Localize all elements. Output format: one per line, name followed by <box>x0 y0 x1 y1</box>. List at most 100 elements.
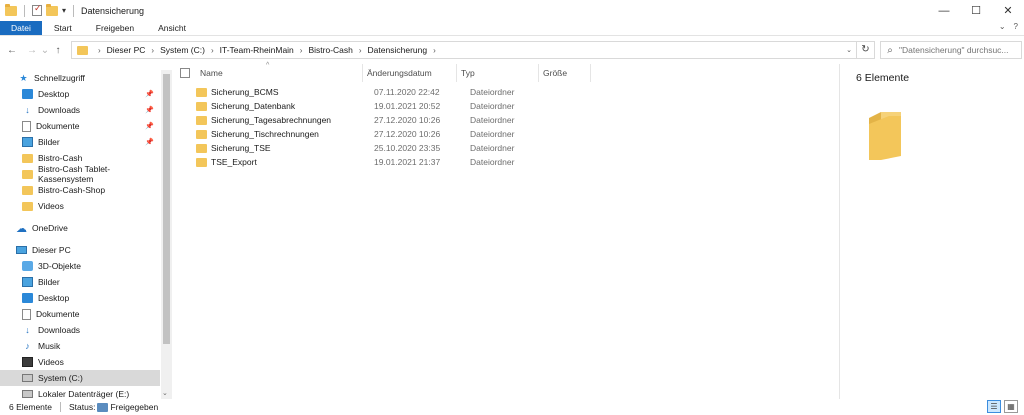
sidebar-item-onedrive[interactable]: ☁ OneDrive <box>0 220 160 236</box>
breadcrumb-bistro-cash[interactable]: Bistro-Cash <box>308 45 352 55</box>
music-icon: ♪ <box>25 341 30 351</box>
sidebar-item-label: Downloads <box>38 325 81 335</box>
file-row[interactable]: Sicherung_Tischrechnungen 27.12.2020 10:… <box>196 127 552 141</box>
sidebar-item-desktop-pc[interactable]: Desktop <box>0 290 160 306</box>
close-button[interactable]: ✕ <box>992 0 1024 21</box>
chevron-right-icon[interactable]: › <box>433 46 436 55</box>
sidebar-item-label: System (C:) <box>38 373 83 383</box>
sidebar-item-schnellzugriff[interactable]: ★ Schnellzugriff <box>0 70 160 86</box>
sidebar-item-videos-pc[interactable]: Videos <box>0 354 160 370</box>
tab-datei[interactable]: Datei <box>0 21 42 35</box>
customize-toolbar-button[interactable]: ▾ <box>62 6 66 15</box>
chevron-right-icon[interactable]: › <box>359 46 362 55</box>
chevron-right-icon[interactable]: › <box>151 46 154 55</box>
pin-icon[interactable]: 📌 <box>145 90 154 98</box>
details-view-button[interactable]: ☰ <box>987 400 1001 413</box>
star-icon: ★ <box>19 72 28 83</box>
refresh-button[interactable]: ↻ <box>856 42 874 58</box>
breadcrumb-dieser-pc[interactable]: Dieser PC <box>107 45 146 55</box>
file-row[interactable]: TSE_Export 19.01.2021 21:37 Dateiordner <box>196 155 552 169</box>
sidebar-item-label: Bistro-Cash-Shop <box>38 185 106 195</box>
help-button[interactable]: ? <box>1014 22 1018 31</box>
file-row[interactable]: Sicherung_Datenbank 19.01.2021 20:52 Dat… <box>196 99 552 113</box>
column-header-name[interactable]: Name <box>198 64 363 82</box>
shared-users-icon <box>97 402 109 412</box>
file-row[interactable]: Sicherung_Tagesabrechnungen 27.12.2020 1… <box>196 113 552 127</box>
large-folder-icon <box>869 112 901 160</box>
sidebar-item-dokumente-pc[interactable]: Dokumente <box>0 306 160 322</box>
address-bar[interactable]: › Dieser PC › System (C:) › IT-Team-Rhei… <box>71 41 875 59</box>
minimize-button[interactable]: — <box>928 0 960 21</box>
expand-ribbon-button[interactable]: ⌄ <box>999 22 1006 31</box>
sidebar-item-musik[interactable]: ♪ Musik <box>0 338 160 354</box>
tab-start[interactable]: Start <box>42 21 84 35</box>
tab-ansicht[interactable]: Ansicht <box>146 21 198 35</box>
sidebar-item-desktop[interactable]: Desktop 📌 <box>0 86 160 102</box>
pictures-icon <box>22 277 33 287</box>
column-header-type[interactable]: Typ <box>457 64 539 82</box>
cloud-icon: ☁ <box>16 222 27 235</box>
pin-icon[interactable]: 📌 <box>145 122 154 130</box>
sidebar-item-system-c[interactable]: System (C:) <box>0 370 160 386</box>
folder-icon <box>22 153 33 163</box>
maximize-button[interactable]: ☐ <box>960 0 992 21</box>
documents-icon <box>22 120 31 132</box>
sidebar-item-bilder[interactable]: Bilder 📌 <box>0 134 160 150</box>
pin-icon[interactable]: 📌 <box>145 138 154 146</box>
large-icons-view-button[interactable]: ▦ <box>1004 400 1018 413</box>
file-row[interactable]: Sicherung_TSE 25.10.2020 23:35 Dateiordn… <box>196 141 552 155</box>
up-button[interactable]: ↑ <box>50 45 66 56</box>
sidebar-item-bilder-pc[interactable]: Bilder <box>0 274 160 290</box>
sidebar-item-bistro-cash-tablet[interactable]: Bistro-Cash Tablet-Kassensystem <box>0 164 160 184</box>
pin-icon[interactable]: 📌 <box>145 106 154 114</box>
file-name: Sicherung_Tischrechnungen <box>211 129 319 139</box>
folder-icon <box>196 87 207 97</box>
chevron-right-icon[interactable]: › <box>300 46 303 55</box>
videos-icon <box>22 357 33 367</box>
column-header-date[interactable]: Änderungsdatum <box>363 64 457 82</box>
sidebar-item-label: OneDrive <box>32 223 68 233</box>
sidebar-item-lokaler-datentraeger[interactable]: Lokaler Datenträger (E:) <box>0 386 160 399</box>
column-header-size[interactable]: Größe <box>539 64 591 82</box>
recent-locations-button[interactable]: ⌄ <box>40 45 50 56</box>
folder-icon <box>22 185 33 195</box>
breadcrumb-it-team[interactable]: IT-Team-RheinMain <box>220 45 294 55</box>
sidebar-item-dieser-pc[interactable]: Dieser PC <box>0 242 160 258</box>
desktop-icon <box>22 293 33 303</box>
select-all-checkbox[interactable] <box>180 68 190 78</box>
file-type: Dateiordner <box>470 157 515 167</box>
breadcrumb-system-c[interactable]: System (C:) <box>160 45 205 55</box>
desktop-icon <box>22 89 33 99</box>
sidebar-scrollbar[interactable]: ⌄ <box>161 70 172 399</box>
sidebar-item-3d-objekte[interactable]: 3D-Objekte <box>0 258 160 274</box>
sidebar-item-downloads-pc[interactable]: ↓ Downloads <box>0 322 160 338</box>
address-actions: ⌄ ↻ <box>842 42 874 58</box>
file-row[interactable]: Sicherung_BCMS 07.11.2020 22:42 Dateiord… <box>196 85 552 99</box>
item-count: 6 Elemente <box>856 72 910 84</box>
forward-button[interactable]: → <box>24 45 40 56</box>
navigation-pane: ★ Schnellzugriff Desktop 📌 ↓ Downloads 📌… <box>0 70 172 399</box>
file-list: Sicherung_BCMS 07.11.2020 22:42 Dateiord… <box>196 85 552 169</box>
scrollbar-thumb[interactable] <box>163 74 170 344</box>
breadcrumb-datensicherung[interactable]: Datensicherung <box>368 45 428 55</box>
sidebar-item-dokumente[interactable]: Dokumente 📌 <box>0 118 160 134</box>
chevron-right-icon[interactable]: › <box>98 46 101 55</box>
tab-freigeben[interactable]: Freigeben <box>84 21 146 35</box>
sidebar-item-bistro-cash-shop[interactable]: Bistro-Cash-Shop <box>0 182 160 198</box>
sidebar-item-videos-quick[interactable]: Videos <box>0 198 160 214</box>
search-box[interactable]: ⌕ <box>880 41 1022 59</box>
file-type: Dateiordner <box>470 87 515 97</box>
divider <box>73 4 75 17</box>
scroll-down-arrow[interactable]: ⌄ <box>162 389 168 397</box>
address-history-button[interactable]: ⌄ <box>842 46 856 54</box>
properties-icon[interactable] <box>32 3 42 16</box>
file-name: Sicherung_TSE <box>211 143 271 153</box>
new-folder-icon[interactable] <box>46 3 58 16</box>
chevron-right-icon[interactable]: › <box>211 46 214 55</box>
sidebar-item-downloads[interactable]: ↓ Downloads 📌 <box>0 102 160 118</box>
back-button[interactable]: ← <box>4 45 20 56</box>
divider <box>60 402 61 412</box>
search-input[interactable] <box>899 45 1019 55</box>
sidebar-item-label: Desktop <box>38 89 70 99</box>
pictures-icon <box>22 137 33 147</box>
